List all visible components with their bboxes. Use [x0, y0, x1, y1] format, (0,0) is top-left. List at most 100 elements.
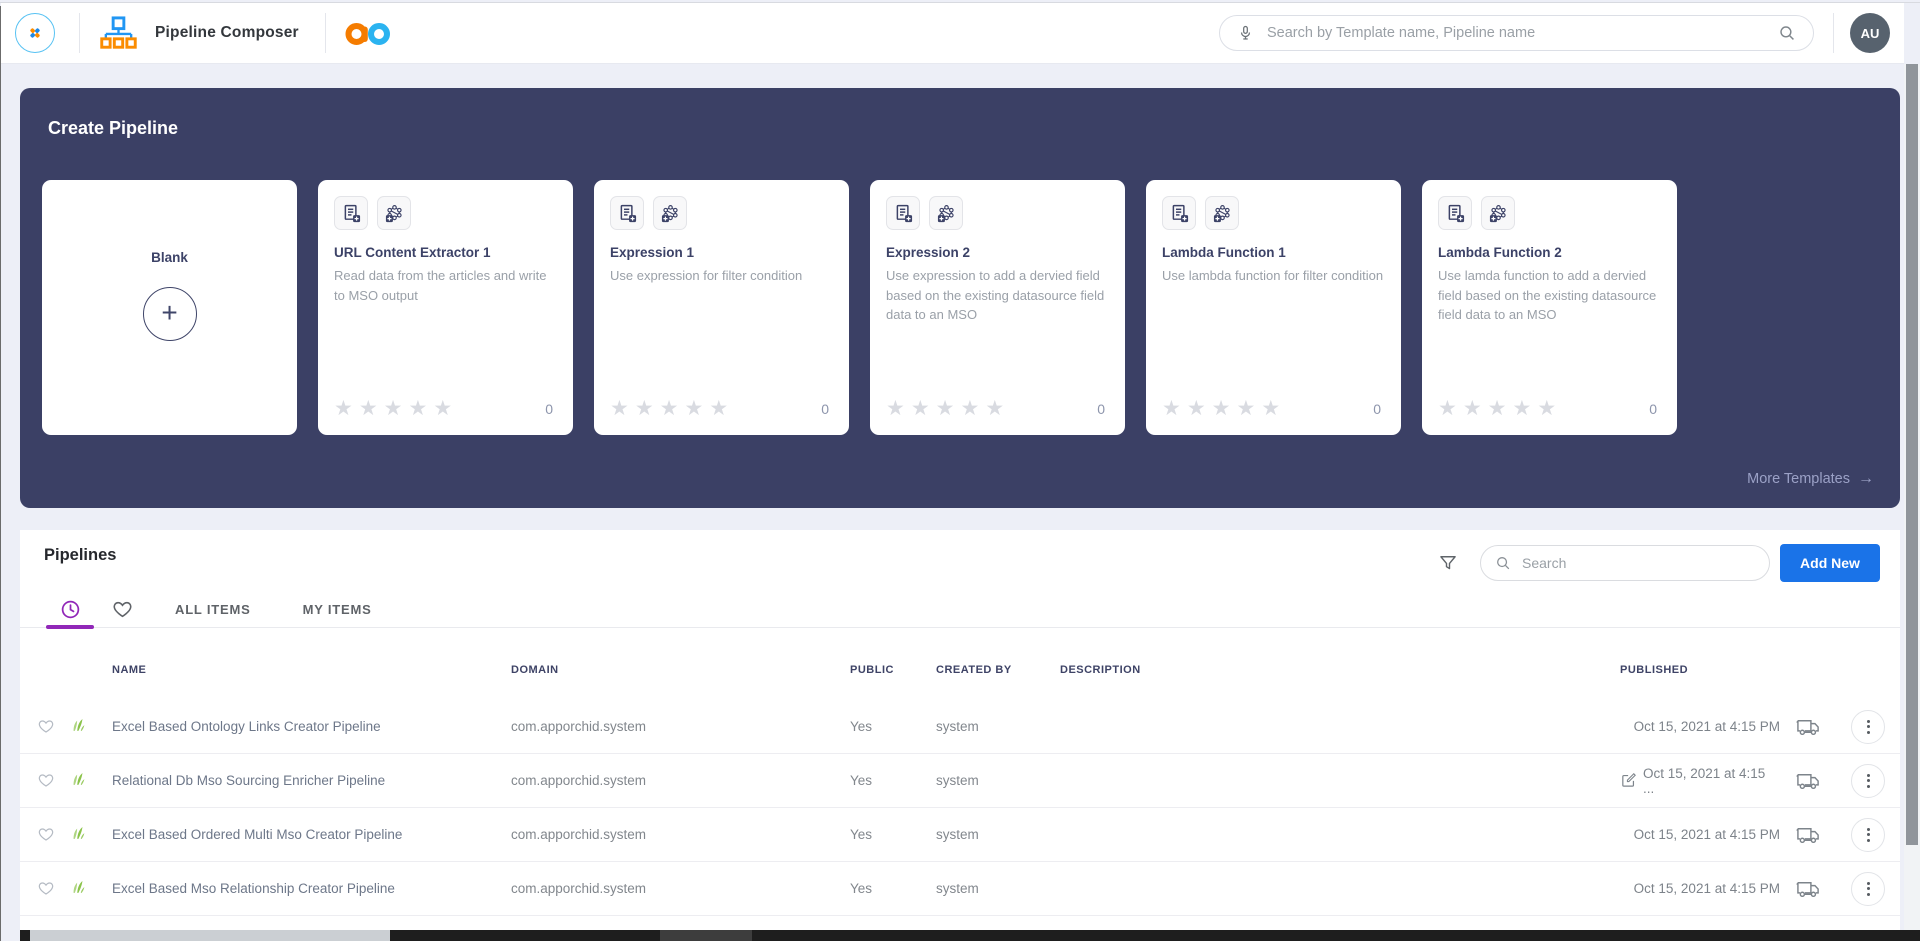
star-icon[interactable]: ★: [610, 398, 629, 419]
edited-icon: [1620, 772, 1637, 789]
tab-all-items[interactable]: ALL ITEMS: [160, 592, 266, 628]
tab-my-items[interactable]: MY ITEMS: [288, 592, 387, 628]
table-row: Excel Based Ontology Links Creator Pipel…: [20, 700, 1900, 754]
star-icon[interactable]: ★: [384, 398, 403, 419]
pipeline-published: Oct 15, 2021 at 4:15 PM: [1634, 719, 1780, 734]
favorite-button[interactable]: [37, 826, 55, 843]
star-icon[interactable]: ★: [660, 398, 679, 419]
star-icon[interactable]: ★: [1537, 398, 1556, 419]
row-menu-button[interactable]: [1851, 818, 1885, 852]
ship-pipeline-button[interactable]: [1796, 879, 1821, 899]
topbar-divider-2: [325, 13, 326, 53]
kebab-dot: [1867, 779, 1870, 782]
vertical-scrollbar[interactable]: [1904, 64, 1920, 941]
col-created-by[interactable]: CREATED BY: [936, 664, 1060, 676]
star-icon[interactable]: ★: [985, 398, 1004, 419]
horizontal-scrollbar-thumb[interactable]: [30, 930, 390, 941]
star-icon[interactable]: ★: [911, 398, 930, 419]
ship-pipeline-button[interactable]: [1796, 825, 1821, 845]
star-icon[interactable]: ★: [359, 398, 378, 419]
star-icon[interactable]: ★: [709, 398, 728, 419]
pipeline-name-link[interactable]: Excel Based Ontology Links Creator Pipel…: [112, 719, 511, 734]
favorite-button[interactable]: [37, 772, 55, 789]
row-menu-button[interactable]: [1851, 872, 1885, 906]
sprout-icon: [69, 824, 87, 841]
pipeline-public: Yes: [850, 881, 936, 896]
star-icon[interactable]: ★: [1162, 398, 1181, 419]
pipeline-published: Oct 15, 2021 at 4:15 PM: [1634, 881, 1780, 896]
star-icon[interactable]: ★: [334, 398, 353, 419]
kebab-dot: [1867, 828, 1870, 831]
global-search-input[interactable]: [1267, 25, 1766, 41]
template-cards: Blank +: [42, 180, 1677, 435]
document-add-icon: [610, 196, 644, 230]
more-templates-link[interactable]: More Templates →: [1747, 470, 1874, 488]
star-icon[interactable]: ★: [433, 398, 452, 419]
star-icon[interactable]: ★: [635, 398, 654, 419]
pipeline-name-link[interactable]: Excel Based Ordered Multi Mso Creator Pi…: [112, 827, 511, 842]
microphone-icon[interactable]: [1236, 24, 1255, 43]
rating-count: 0: [1097, 401, 1109, 417]
pipeline-name-link[interactable]: Excel Based Mso Relationship Creator Pip…: [112, 881, 511, 896]
search-icon[interactable]: [1778, 24, 1797, 43]
arrow-right-icon: →: [1858, 470, 1874, 488]
vertical-scrollbar-thumb[interactable]: [1906, 64, 1918, 845]
blank-pipeline-card[interactable]: Blank +: [42, 180, 297, 435]
kebab-dot: [1867, 882, 1870, 885]
rating-count: 0: [1373, 401, 1385, 417]
pipeline-type-icon: [69, 824, 87, 846]
row-menu-button[interactable]: [1851, 710, 1885, 744]
star-icon[interactable]: ★: [1512, 398, 1531, 419]
topbar-divider: [79, 13, 80, 53]
document-add-icon: [1162, 196, 1196, 230]
star-icon[interactable]: ★: [936, 398, 955, 419]
favorite-button[interactable]: [37, 718, 55, 735]
ship-pipeline-button[interactable]: [1796, 717, 1821, 737]
filter-button[interactable]: [1438, 553, 1458, 573]
heart-icon: [112, 599, 133, 620]
row-menu-button[interactable]: [1851, 764, 1885, 798]
star-icon[interactable]: ★: [1463, 398, 1482, 419]
pipeline-template-card[interactable]: Expression 2 Use expression to add a der…: [870, 180, 1125, 435]
col-description[interactable]: DESCRIPTION: [1060, 664, 1620, 676]
star-icon[interactable]: ★: [1236, 398, 1255, 419]
star-icon[interactable]: ★: [1438, 398, 1457, 419]
star-icon[interactable]: ★: [1488, 398, 1507, 419]
pipeline-name-link[interactable]: Relational Db Mso Sourcing Enricher Pipe…: [112, 773, 511, 788]
star-icon[interactable]: ★: [684, 398, 703, 419]
template-rating: ★ ★ ★ ★ ★ 0: [1162, 398, 1385, 419]
ship-pipeline-button[interactable]: [1796, 771, 1821, 791]
pipelines-search-input[interactable]: [1522, 555, 1755, 571]
heart-icon: [37, 772, 55, 789]
col-published[interactable]: PUBLISHED: [1620, 664, 1780, 676]
col-public[interactable]: PUBLIC: [850, 664, 936, 676]
star-icon[interactable]: ★: [886, 398, 905, 419]
col-domain[interactable]: DOMAIN: [511, 664, 850, 676]
tab-favorites[interactable]: [98, 592, 146, 628]
pipeline-published: Oct 15, 2021 at 4:15 ...: [1643, 766, 1780, 796]
pipeline-template-card[interactable]: URL Content Extractor 1 Read data from t…: [318, 180, 573, 435]
pipeline-template-card[interactable]: Expression 1 Use expression for filter c…: [594, 180, 849, 435]
star-icon[interactable]: ★: [960, 398, 979, 419]
star-icon[interactable]: ★: [1212, 398, 1231, 419]
pipeline-public: Yes: [850, 719, 936, 734]
app-launcher-button[interactable]: [15, 13, 55, 53]
plus-icon: +: [161, 299, 177, 327]
star-icon[interactable]: ★: [1187, 398, 1206, 419]
create-pipeline-panel: Create Pipeline Blank +: [20, 88, 1900, 508]
rating-count: 0: [1649, 401, 1661, 417]
avatar[interactable]: AU: [1850, 13, 1890, 53]
star-icon[interactable]: ★: [408, 398, 427, 419]
tab-recent[interactable]: [46, 592, 94, 628]
pipeline-template-card[interactable]: Lambda Function 2 Use lamda function to …: [1422, 180, 1677, 435]
kebab-dot: [1867, 720, 1870, 723]
add-blank-pipeline-button[interactable]: +: [143, 287, 197, 341]
col-name[interactable]: NAME: [112, 664, 511, 676]
add-new-button[interactable]: Add New: [1780, 544, 1880, 582]
pipeline-template-card[interactable]: Lambda Function 1 Use lambda function fo…: [1146, 180, 1401, 435]
horizontal-scrollbar[interactable]: [20, 930, 1904, 941]
window-left-edge: [0, 6, 1, 941]
star-icon[interactable]: ★: [1261, 398, 1280, 419]
favorite-button[interactable]: [37, 880, 55, 897]
pipeline-created-by: system: [936, 827, 1060, 842]
